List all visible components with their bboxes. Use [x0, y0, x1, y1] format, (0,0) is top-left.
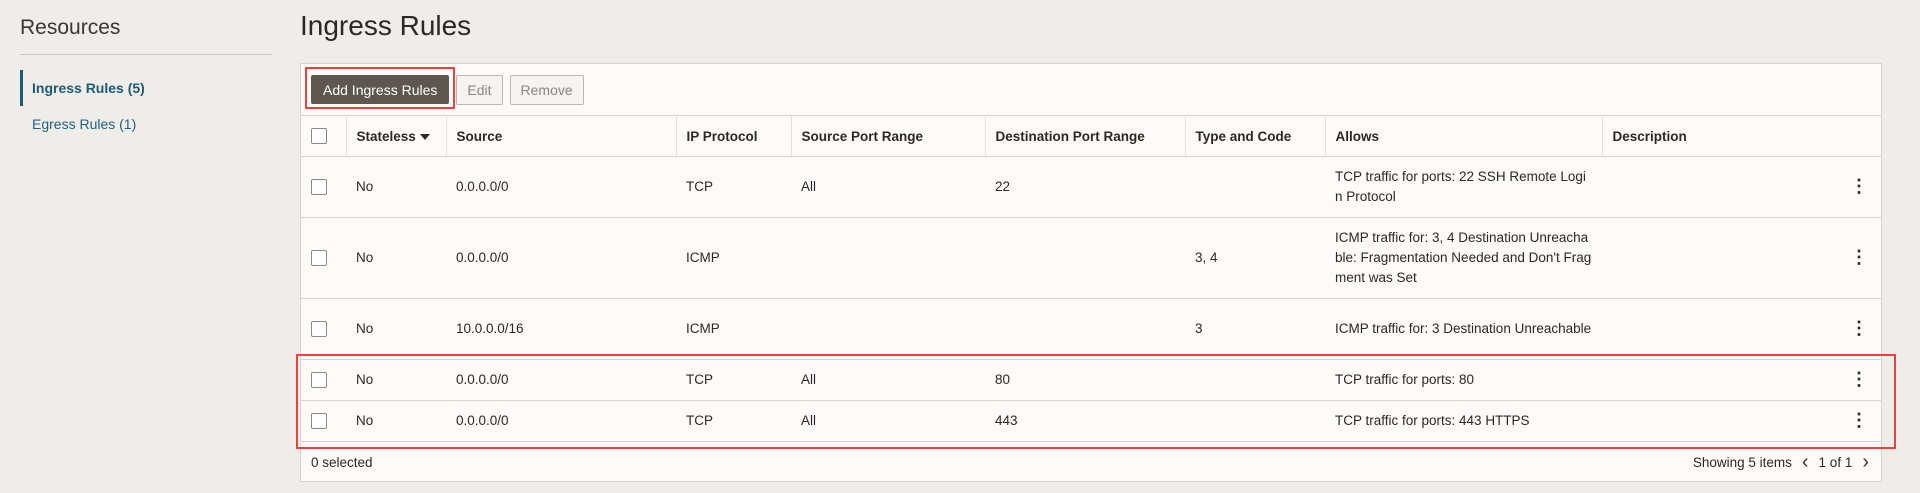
allows-cell: TCP traffic for ports: 443 HTTPS: [1325, 400, 1602, 442]
protocol-cell: TCP: [676, 400, 791, 442]
source-cell: 0.0.0.0/0: [446, 217, 676, 299]
table-footer: 0 selected Showing 5 items ‹ 1 of 1 ›: [301, 442, 1881, 482]
chevron-right-icon[interactable]: ›: [1862, 452, 1869, 472]
column-header-type-and-code: Type and Code: [1185, 115, 1326, 157]
type-code-cell: [1185, 156, 1325, 218]
stateless-cell: No: [346, 298, 446, 360]
row-checkbox[interactable]: [311, 179, 327, 196]
type-code-cell: [1185, 359, 1325, 401]
row-select-cell: [301, 359, 346, 401]
resources-sidebar: Resources Ingress Rules (5) Egress Rules…: [20, 0, 272, 142]
source-cell: 0.0.0.0/0: [446, 400, 676, 442]
sidebar-title: Resources: [20, 0, 272, 55]
showing-items-text: Showing 5 items: [1692, 454, 1792, 470]
type-code-cell: 3, 4: [1185, 217, 1325, 299]
kebab-menu-icon[interactable]: ⋮: [1850, 247, 1868, 267]
row-actions-cell: ⋮: [1840, 359, 1882, 401]
chevron-left-icon[interactable]: ‹: [1802, 452, 1809, 472]
sidebar-items: Ingress Rules (5) Egress Rules (1): [20, 70, 272, 142]
page-indicator: 1 of 1: [1818, 454, 1853, 470]
row-actions-cell: ⋮: [1840, 400, 1882, 442]
column-header-source-port-range: Source Port Range: [791, 115, 986, 157]
row-select-cell: [301, 217, 346, 299]
table-row: No 0.0.0.0/0 TCP All 22 TCP traffic for …: [301, 156, 1882, 218]
row-actions-cell: ⋮: [1840, 217, 1882, 299]
table-row: No 0.0.0.0/0 ICMP 3, 4 ICMP traffic for:…: [301, 217, 1882, 299]
pagination: Showing 5 items ‹ 1 of 1 ›: [1693, 452, 1881, 472]
destination-port-cell: 80: [985, 359, 1185, 401]
protocol-cell: TCP: [676, 156, 791, 218]
select-all-header: [301, 115, 347, 157]
type-code-cell: 3: [1185, 298, 1325, 360]
row-checkbox[interactable]: [311, 413, 327, 430]
source-port-cell: All: [791, 156, 985, 218]
source-cell: 0.0.0.0/0: [446, 359, 676, 401]
protocol-cell: ICMP: [676, 298, 791, 360]
page-title: Ingress Rules: [300, 10, 472, 41]
stateless-cell: No: [346, 359, 446, 401]
row-checkbox[interactable]: [311, 250, 327, 267]
description-cell: [1602, 217, 1840, 299]
row-select-cell: [301, 298, 346, 360]
destination-port-cell: 443: [985, 400, 1185, 442]
remove-button[interactable]: Remove: [509, 74, 584, 105]
column-header-ip-protocol: IP Protocol: [676, 115, 792, 157]
protocol-cell: TCP: [676, 359, 791, 401]
table-header-row: Stateless Source IP Protocol Source Port…: [301, 115, 1882, 157]
row-checkbox[interactable]: [311, 321, 327, 338]
sort-desc-icon: [419, 133, 430, 140]
source-cell: 0.0.0.0/0: [446, 156, 676, 218]
kebab-menu-icon[interactable]: ⋮: [1850, 318, 1868, 338]
sidebar-item-ingress-rules[interactable]: Ingress Rules (5): [20, 70, 272, 106]
row-checkbox[interactable]: [311, 372, 327, 389]
add-ingress-rules-button[interactable]: Add Ingress Rules: [311, 75, 450, 104]
table-row: No 0.0.0.0/0 TCP All 443 TCP traffic for…: [301, 400, 1882, 442]
allows-cell: TCP traffic for ports: 80: [1325, 359, 1602, 401]
stateless-cell: No: [346, 217, 446, 299]
column-header-allows: Allows: [1325, 115, 1603, 157]
description-cell: [1602, 298, 1840, 360]
protocol-cell: ICMP: [676, 217, 791, 299]
destination-port-cell: [985, 217, 1185, 299]
allows-cell: ICMP traffic for: 3 Destination Unreacha…: [1325, 298, 1602, 360]
page: Resources Ingress Rules (5) Egress Rules…: [0, 0, 1920, 493]
selected-count: 0 selected: [311, 454, 373, 470]
destination-port-cell: 22: [985, 156, 1185, 218]
description-cell: [1602, 400, 1840, 442]
allows-cell: ICMP traffic for: 3, 4 Destination Unrea…: [1325, 217, 1602, 299]
row-select-cell: [301, 400, 346, 442]
source-cell: 10.0.0.0/16: [446, 298, 676, 360]
table-row: No 0.0.0.0/0 TCP All 80 TCP traffic for …: [301, 359, 1882, 401]
rules-table-panel: Add Ingress Rules Edit Remove Stateless …: [300, 63, 1882, 482]
row-actions-cell: ⋮: [1840, 298, 1882, 360]
allows-cell: TCP traffic for ports: 22 SSH Remote Log…: [1325, 156, 1602, 218]
table-row: No 10.0.0.0/16 ICMP 3 ICMP traffic for: …: [301, 298, 1882, 360]
kebab-menu-icon[interactable]: ⋮: [1850, 176, 1868, 196]
type-code-cell: [1185, 400, 1325, 442]
column-header-destination-port-range: Destination Port Range: [985, 115, 1186, 157]
kebab-menu-icon[interactable]: ⋮: [1850, 410, 1868, 430]
stateless-cell: No: [346, 156, 446, 218]
description-cell: [1602, 156, 1840, 218]
column-header-source: Source: [446, 115, 677, 157]
edit-button[interactable]: Edit: [456, 74, 503, 105]
row-select-cell: [301, 156, 346, 218]
select-all-checkbox[interactable]: [311, 128, 327, 145]
kebab-menu-icon[interactable]: ⋮: [1850, 369, 1868, 389]
table-toolbar: Add Ingress Rules Edit Remove: [301, 64, 1881, 115]
destination-port-cell: [985, 298, 1185, 360]
sidebar-item-egress-rules[interactable]: Egress Rules (1): [20, 106, 272, 142]
stateless-cell: No: [346, 400, 446, 442]
column-header-description: Description: [1602, 115, 1882, 157]
source-port-cell: [791, 217, 985, 299]
column-header-stateless[interactable]: Stateless: [346, 115, 447, 157]
row-actions-cell: ⋮: [1840, 156, 1882, 218]
source-port-cell: All: [791, 400, 985, 442]
description-cell: [1602, 359, 1840, 401]
ingress-rules-table: Stateless Source IP Protocol Source Port…: [301, 115, 1882, 442]
source-port-cell: [791, 298, 985, 360]
source-port-cell: All: [791, 359, 985, 401]
